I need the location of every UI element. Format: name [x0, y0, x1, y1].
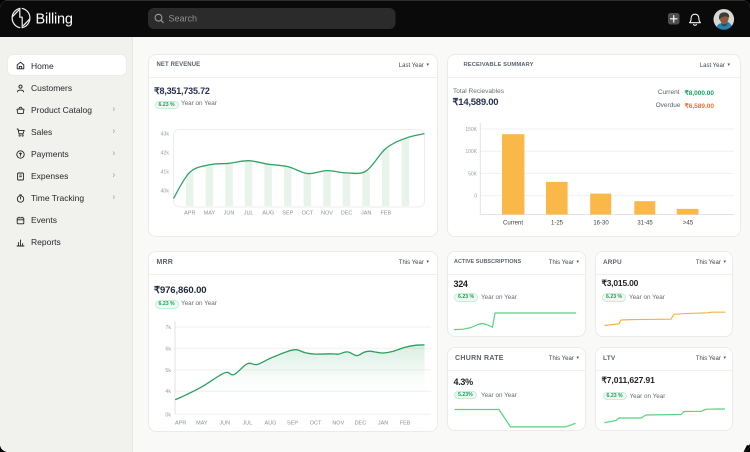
- svg-text:42k: 42k: [160, 151, 169, 157]
- svg-text:0: 0: [474, 194, 477, 200]
- svg-text:5k: 5k: [165, 368, 171, 374]
- svg-text:DEC: DEC: [341, 211, 353, 217]
- svg-text:31-45: 31-45: [637, 221, 653, 227]
- svg-text:JUL: JUL: [243, 421, 253, 427]
- svg-text:Search: Search: [169, 14, 198, 24]
- svg-text:NOV: NOV: [321, 211, 333, 217]
- svg-text:NOV: NOV: [332, 421, 344, 427]
- svg-text:OCT: OCT: [310, 421, 322, 427]
- svg-text:MAY: MAY: [196, 421, 208, 427]
- svg-text:4k: 4k: [165, 389, 171, 395]
- svg-text:AUG: AUG: [262, 211, 274, 217]
- svg-text:0k: 0k: [165, 412, 171, 418]
- svg-text:100K: 100K: [465, 149, 477, 155]
- svg-text:APR: APR: [175, 421, 186, 427]
- svg-text:OCT: OCT: [302, 211, 314, 217]
- svg-text:41k: 41k: [160, 170, 169, 176]
- svg-text:JAN: JAN: [378, 421, 388, 427]
- svg-text:AUG: AUG: [265, 421, 277, 427]
- svg-text:7k: 7k: [165, 325, 171, 331]
- svg-text:FEB: FEB: [400, 421, 411, 427]
- svg-text:DEC: DEC: [355, 421, 367, 427]
- svg-text:SEP: SEP: [282, 211, 293, 217]
- svg-text:JUN: JUN: [219, 421, 230, 427]
- svg-text:50K: 50K: [468, 171, 478, 177]
- svg-text:FEB: FEB: [380, 211, 391, 217]
- svg-text:16-30: 16-30: [593, 221, 609, 227]
- svg-text:SEP: SEP: [287, 421, 298, 427]
- svg-text:JAN: JAN: [361, 211, 371, 217]
- svg-text:43k: 43k: [160, 132, 169, 138]
- svg-text:150K: 150K: [465, 127, 477, 133]
- svg-text:Billing: Billing: [36, 12, 73, 28]
- svg-text:6k: 6k: [165, 346, 171, 352]
- svg-text:JUL: JUL: [244, 211, 254, 217]
- svg-text:MAY: MAY: [204, 211, 216, 217]
- svg-text:APR: APR: [184, 211, 195, 217]
- svg-text:40k: 40k: [160, 189, 169, 195]
- svg-text:>45: >45: [683, 221, 694, 227]
- svg-text:JUN: JUN: [224, 211, 235, 217]
- svg-text:1-25: 1-25: [551, 221, 564, 227]
- svg-text:Current: Current: [503, 221, 523, 227]
